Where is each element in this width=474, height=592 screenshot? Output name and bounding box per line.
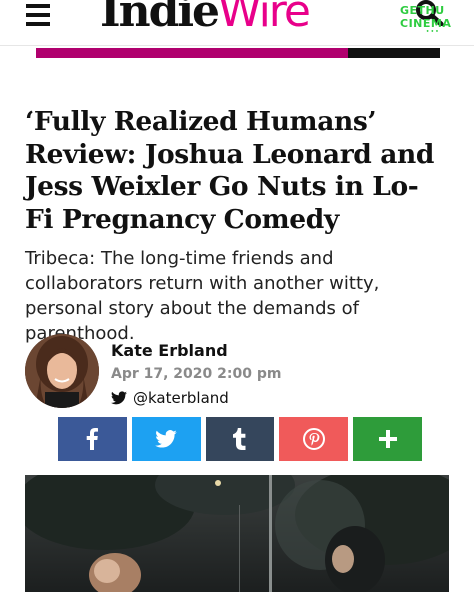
twitter-icon bbox=[155, 430, 177, 448]
share-bar bbox=[58, 417, 422, 461]
article-subtitle: Tribeca: The long-time friends and colla… bbox=[25, 248, 380, 344]
share-facebook-button[interactable] bbox=[58, 417, 127, 461]
facebook-icon bbox=[87, 428, 99, 450]
share-tumblr-button[interactable] bbox=[205, 417, 275, 461]
share-pinterest-button[interactable] bbox=[279, 417, 349, 461]
ad-banner[interactable] bbox=[36, 48, 440, 58]
pinterest-icon bbox=[302, 428, 325, 450]
watermark: GETHU CINEMA ••• bbox=[400, 4, 474, 35]
twitter-handle: @katerbland bbox=[133, 389, 229, 407]
author-name[interactable]: Kate Erbland bbox=[111, 341, 228, 360]
site-logo[interactable]: IndieWire bbox=[100, 0, 380, 38]
hero-image[interactable] bbox=[25, 475, 449, 592]
author-avatar[interactable] bbox=[25, 334, 99, 408]
author-twitter-link[interactable]: @katerbland bbox=[111, 389, 229, 407]
share-twitter-button[interactable] bbox=[131, 417, 201, 461]
logo-wire: Wire bbox=[218, 0, 311, 37]
twitter-bird-icon bbox=[111, 391, 127, 405]
author-photo bbox=[25, 334, 99, 408]
menu-icon[interactable] bbox=[26, 4, 50, 26]
logo-indie: Indie bbox=[100, 0, 220, 37]
share-more-button[interactable] bbox=[353, 417, 422, 461]
plus-icon bbox=[378, 430, 397, 448]
ad-banner-dark-section bbox=[348, 48, 440, 58]
publish-date: Apr 17, 2020 2:00 pm bbox=[111, 366, 282, 382]
tumblr-icon bbox=[232, 428, 246, 450]
watermark-text: GETHU CINEMA bbox=[400, 4, 452, 30]
article-title: ‘Fully Realized Humans’ Review: Joshua L… bbox=[25, 106, 434, 235]
site-header: IndieWire GETHU CINEMA ••• bbox=[0, 0, 474, 46]
hero-photo bbox=[25, 475, 449, 592]
